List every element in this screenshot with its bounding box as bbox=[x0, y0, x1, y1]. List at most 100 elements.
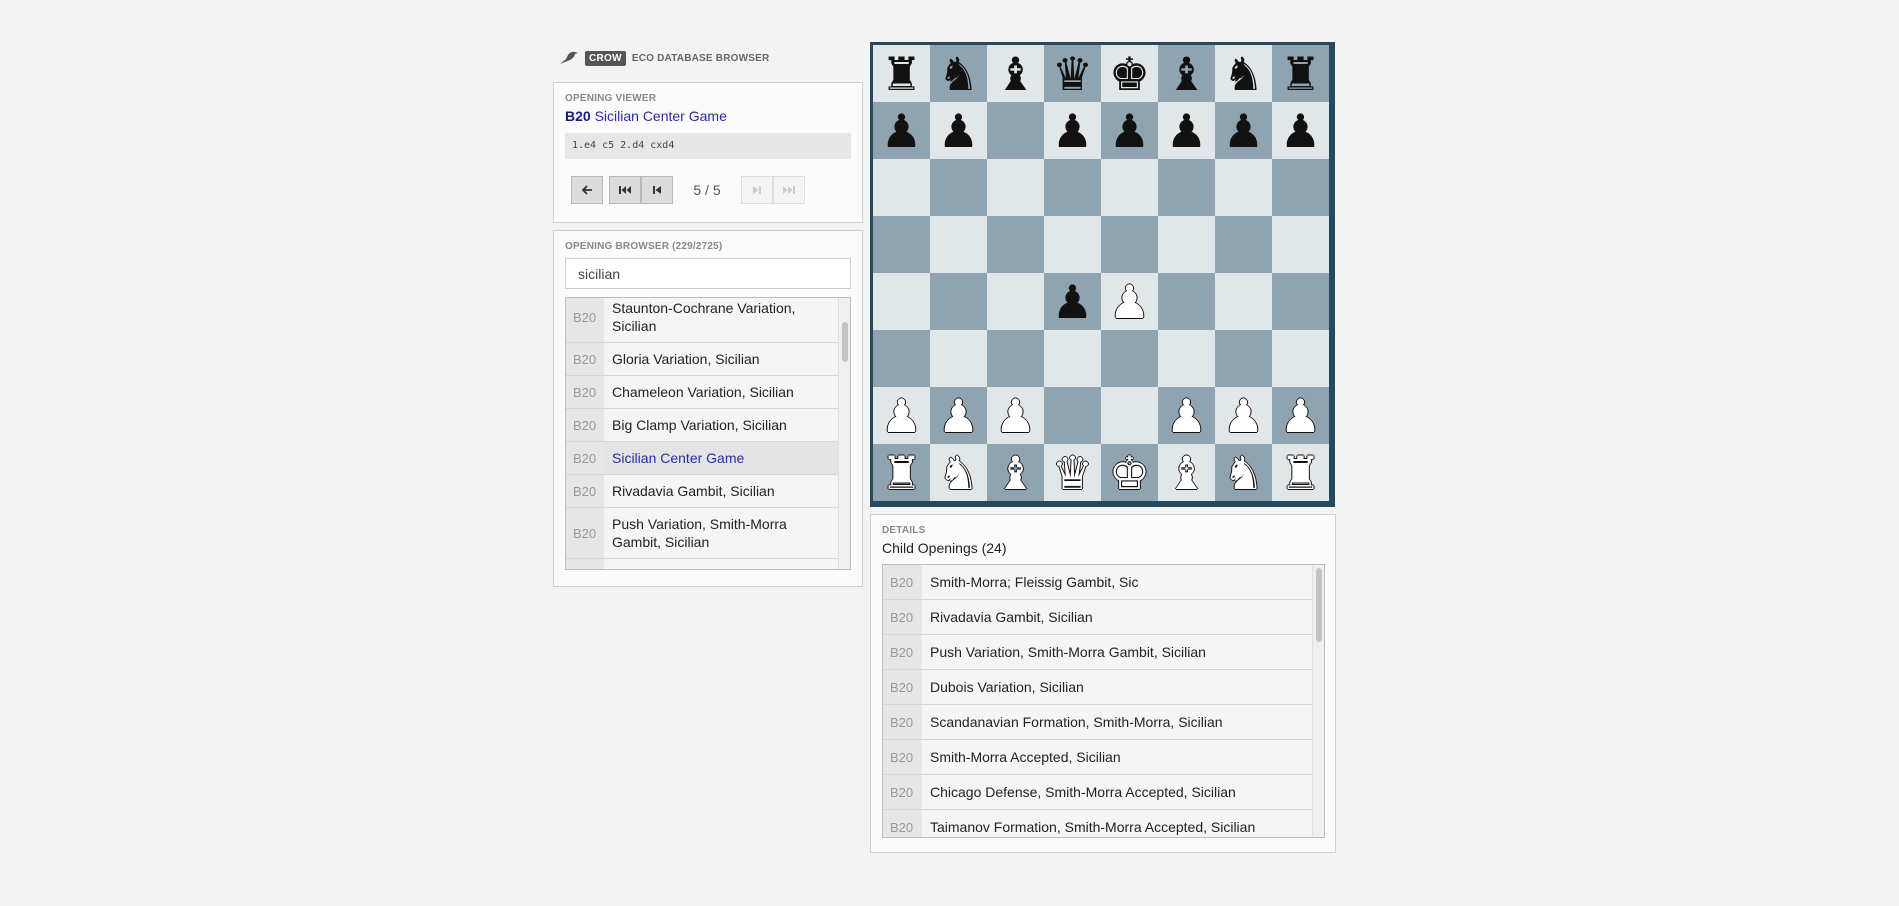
opening-list-item[interactable]: B20Dubois Variation, Sicilian bbox=[566, 559, 838, 569]
child-list-scroll-thumb[interactable] bbox=[1316, 568, 1322, 642]
opening-list-item[interactable]: B20 Sicilian Center Game bbox=[566, 442, 838, 475]
square-g3[interactable] bbox=[1215, 330, 1272, 387]
square-a5[interactable] bbox=[873, 216, 930, 273]
square-a3[interactable] bbox=[873, 330, 930, 387]
square-a2[interactable]: ♟ bbox=[873, 387, 930, 444]
square-b8[interactable]: ♞ bbox=[930, 45, 987, 102]
square-e2[interactable] bbox=[1101, 387, 1158, 444]
white-rook-icon[interactable]: ♜ bbox=[1280, 450, 1321, 496]
white-pawn-icon[interactable]: ♟ bbox=[1223, 393, 1264, 439]
square-h2[interactable]: ♟ bbox=[1272, 387, 1329, 444]
black-queen-icon[interactable]: ♛ bbox=[1052, 51, 1093, 97]
black-pawn-icon[interactable]: ♟ bbox=[881, 108, 922, 154]
square-f5[interactable] bbox=[1158, 216, 1215, 273]
square-g6[interactable] bbox=[1215, 159, 1272, 216]
square-f3[interactable] bbox=[1158, 330, 1215, 387]
square-g5[interactable] bbox=[1215, 216, 1272, 273]
square-c2[interactable]: ♟ bbox=[987, 387, 1044, 444]
white-rook-icon[interactable]: ♜ bbox=[881, 450, 922, 496]
square-d2[interactable] bbox=[1044, 387, 1101, 444]
square-e6[interactable] bbox=[1101, 159, 1158, 216]
square-c1[interactable]: ♝ bbox=[987, 444, 1044, 501]
first-move-button[interactable] bbox=[609, 176, 641, 204]
square-d8[interactable]: ♛ bbox=[1044, 45, 1101, 102]
square-g2[interactable]: ♟ bbox=[1215, 387, 1272, 444]
white-bishop-icon[interactable]: ♝ bbox=[995, 450, 1036, 496]
child-opening-item[interactable]: B20 Chicago Defense, Smith-Morra Accepted… bbox=[883, 775, 1314, 810]
square-f1[interactable]: ♝ bbox=[1158, 444, 1215, 501]
square-b2[interactable]: ♟ bbox=[930, 387, 987, 444]
black-rook-icon[interactable]: ♜ bbox=[1280, 51, 1321, 97]
black-bishop-icon[interactable]: ♝ bbox=[1166, 51, 1207, 97]
square-d4[interactable]: ♟ bbox=[1044, 273, 1101, 330]
black-pawn-icon[interactable]: ♟ bbox=[1280, 108, 1321, 154]
square-b5[interactable] bbox=[930, 216, 987, 273]
square-c5[interactable] bbox=[987, 216, 1044, 273]
square-d6[interactable] bbox=[1044, 159, 1101, 216]
opening-list-item[interactable]: B20 Chameleon Variation, Sicilian bbox=[566, 376, 838, 409]
opening-list[interactable]: B20 Staunton-Cochrane Variation, Sicilian… bbox=[565, 297, 851, 570]
square-d3[interactable] bbox=[1044, 330, 1101, 387]
white-king-icon[interactable]: ♚ bbox=[1109, 450, 1150, 496]
black-king-icon[interactable]: ♚ bbox=[1109, 51, 1150, 97]
child-list-scrollbar[interactable] bbox=[1312, 565, 1324, 837]
square-g1[interactable]: ♞ bbox=[1215, 444, 1272, 501]
square-g7[interactable]: ♟ bbox=[1215, 102, 1272, 159]
chess-board[interactable]: ♜ ♞ ♝ ♛ ♚ ♝ ♞ ♜ ♟ ♟ ♟ ♟ ♟ ♟ ♟ ♟ ♟ ♟ ♟ ♟ ♟ ♟ ♟ ♜ ♞ ♝ ♛ ♚ ♝ ♞ ♜ bbox=[870, 42, 1335, 507]
square-c8[interactable]: ♝ bbox=[987, 45, 1044, 102]
white-pawn-icon[interactable]: ♟ bbox=[1280, 393, 1321, 439]
white-pawn-icon[interactable]: ♟ bbox=[1109, 279, 1150, 325]
opening-list-item[interactable]: B20 Rivadavia Gambit, Sicilian bbox=[566, 475, 838, 508]
white-queen-icon[interactable]: ♛ bbox=[1052, 450, 1093, 496]
square-b3[interactable] bbox=[930, 330, 987, 387]
square-b1[interactable]: ♞ bbox=[930, 444, 987, 501]
square-a8[interactable]: ♜ bbox=[873, 45, 930, 102]
next-move-button[interactable] bbox=[741, 176, 773, 204]
white-knight-icon[interactable]: ♞ bbox=[1223, 450, 1264, 496]
square-g8[interactable]: ♞ bbox=[1215, 45, 1272, 102]
child-opening-item[interactable]: B20 Scandanavian Formation, Smith-Morra, … bbox=[883, 705, 1314, 740]
child-openings-list[interactable]: B20 Smith-Morra; Fleissig Gambit, Sic B20 R… bbox=[882, 564, 1325, 838]
black-pawn-icon[interactable]: ♟ bbox=[938, 108, 979, 154]
opening-list-item[interactable]: B20 Staunton-Cochrane Variation, Sicilian bbox=[566, 298, 838, 343]
black-pawn-icon[interactable]: ♟ bbox=[1052, 279, 1093, 325]
white-pawn-icon[interactable]: ♟ bbox=[1166, 393, 1207, 439]
square-c7[interactable] bbox=[987, 102, 1044, 159]
last-move-button[interactable] bbox=[773, 176, 805, 204]
square-h5[interactable] bbox=[1272, 216, 1329, 273]
previous-move-button[interactable] bbox=[641, 176, 673, 204]
square-d5[interactable] bbox=[1044, 216, 1101, 273]
opening-list-item[interactable]: B20 Big Clamp Variation, Sicilian bbox=[566, 409, 838, 442]
white-pawn-icon[interactable]: ♟ bbox=[938, 393, 979, 439]
back-button[interactable] bbox=[571, 176, 603, 204]
black-knight-icon[interactable]: ♞ bbox=[938, 51, 979, 97]
child-opening-item[interactable]: B20 Taimanov Formation, Smith-Morra Accep… bbox=[883, 810, 1314, 837]
black-knight-icon[interactable]: ♞ bbox=[1223, 51, 1264, 97]
square-b4[interactable] bbox=[930, 273, 987, 330]
black-rook-icon[interactable]: ♜ bbox=[881, 51, 922, 97]
opening-list-scrollbar[interactable] bbox=[838, 298, 850, 569]
square-h4[interactable] bbox=[1272, 273, 1329, 330]
black-pawn-icon[interactable]: ♟ bbox=[1109, 108, 1150, 154]
square-e4[interactable]: ♟ bbox=[1101, 273, 1158, 330]
square-h3[interactable] bbox=[1272, 330, 1329, 387]
square-e8[interactable]: ♚ bbox=[1101, 45, 1158, 102]
square-a6[interactable] bbox=[873, 159, 930, 216]
black-pawn-icon[interactable]: ♟ bbox=[1052, 108, 1093, 154]
white-knight-icon[interactable]: ♞ bbox=[938, 450, 979, 496]
square-f4[interactable] bbox=[1158, 273, 1215, 330]
square-h7[interactable]: ♟ bbox=[1272, 102, 1329, 159]
white-pawn-icon[interactable]: ♟ bbox=[995, 393, 1036, 439]
black-pawn-icon[interactable]: ♟ bbox=[1166, 108, 1207, 154]
white-bishop-icon[interactable]: ♝ bbox=[1166, 450, 1207, 496]
black-bishop-icon[interactable]: ♝ bbox=[995, 51, 1036, 97]
child-opening-item[interactable]: B20 Push Variation, Smith-Morra Gambit, S… bbox=[883, 635, 1314, 670]
square-c4[interactable] bbox=[987, 273, 1044, 330]
square-f6[interactable] bbox=[1158, 159, 1215, 216]
square-a1[interactable]: ♜ bbox=[873, 444, 930, 501]
child-opening-item[interactable]: B20 Smith-Morra Accepted, Sicilian bbox=[883, 740, 1314, 775]
square-a4[interactable] bbox=[873, 273, 930, 330]
square-c6[interactable] bbox=[987, 159, 1044, 216]
child-opening-item[interactable]: B20 Rivadavia Gambit, Sicilian bbox=[883, 600, 1314, 635]
child-opening-item[interactable]: B20 Smith-Morra; Fleissig Gambit, Sic bbox=[883, 565, 1314, 600]
